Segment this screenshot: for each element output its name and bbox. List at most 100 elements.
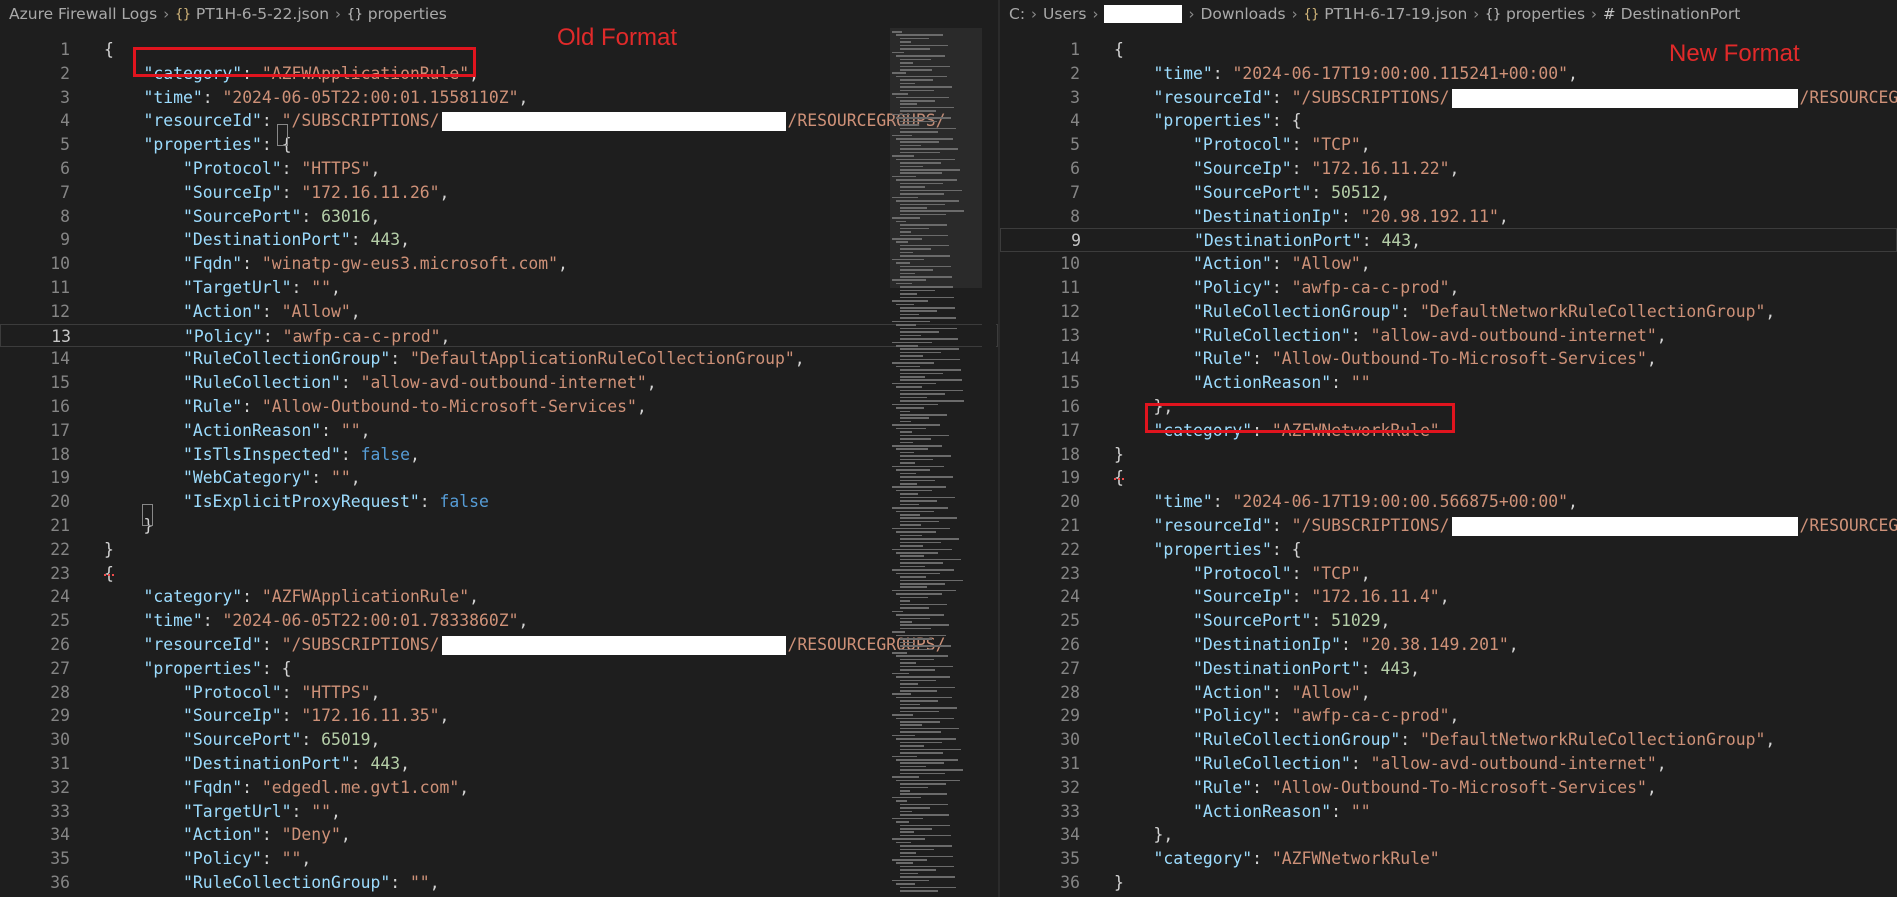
line-text[interactable]: "ActionReason": "" <box>1114 800 1371 824</box>
code-line[interactable]: 14 "Rule": "Allow-Outbound-To-Microsoft-… <box>1000 347 1897 371</box>
line-text[interactable]: }, <box>1114 823 1173 847</box>
breadcrumb-item-drive[interactable]: C: <box>1009 5 1025 23</box>
code-line[interactable]: 25 "SourcePort": 51029, <box>1000 609 1897 633</box>
code-line[interactable]: 12 "Action": "Allow", <box>0 300 998 324</box>
code-line[interactable]: 12 "RuleCollectionGroup": "DefaultNetwor… <box>1000 300 1897 324</box>
line-text[interactable]: "Action": "Allow", <box>1114 681 1371 705</box>
breadcrumb-item-username-redacted[interactable] <box>1104 5 1183 23</box>
line-number[interactable]: 11 <box>1000 276 1080 300</box>
line-number[interactable]: 19 <box>0 466 70 490</box>
line-text[interactable]: "time": "2024-06-17T19:00:00.566875+00:0… <box>1114 490 1577 514</box>
minimap[interactable] <box>890 28 982 897</box>
code-line[interactable]: 24 "SourceIp": "172.16.11.4", <box>1000 585 1897 609</box>
code-line[interactable]: 4 "resourceId": "/SUBSCRIPTIONS//RESOURC… <box>0 109 998 133</box>
line-text[interactable]: "TargetUrl": "", <box>104 800 341 824</box>
line-text[interactable]: "DestinationIp": "20.98.192.11", <box>1114 205 1509 229</box>
line-number[interactable]: 19 <box>1000 466 1080 490</box>
code-line[interactable]: 6 "SourceIp": "172.16.11.22", <box>1000 157 1897 181</box>
line-number[interactable]: 17 <box>1000 419 1080 443</box>
line-number[interactable]: 26 <box>0 633 70 657</box>
code-line[interactable]: 19 "WebCategory": "", <box>0 466 998 490</box>
code-line[interactable]: 15 "RuleCollection": "allow-avd-outbound… <box>0 371 998 395</box>
code-line[interactable]: 30 "SourcePort": 65019, <box>0 728 998 752</box>
code-line[interactable]: 29 "SourceIp": "172.16.11.35", <box>0 704 998 728</box>
line-text[interactable]: { <box>1114 38 1124 62</box>
line-text[interactable]: "TargetUrl": "", <box>104 276 341 300</box>
line-number[interactable]: 6 <box>0 157 70 181</box>
code-line[interactable]: 27 "DestinationPort": 443, <box>1000 657 1897 681</box>
line-number[interactable]: 30 <box>0 728 70 752</box>
code-line[interactable]: 14 "RuleCollectionGroup": "DefaultApplic… <box>0 347 998 371</box>
line-text[interactable]: "RuleCollection": "allow-avd-outbound-in… <box>1114 752 1667 776</box>
line-number[interactable]: 33 <box>0 800 70 824</box>
line-number[interactable]: 4 <box>1000 109 1080 133</box>
line-text[interactable]: "Protocol": "TCP", <box>1114 133 1371 157</box>
line-number[interactable]: 29 <box>1000 704 1080 728</box>
code-line[interactable]: 25 "time": "2024-06-05T22:00:01.7833860Z… <box>0 609 998 633</box>
line-number[interactable]: 35 <box>1000 847 1080 871</box>
code-line[interactable]: 28 "Action": "Allow", <box>1000 681 1897 705</box>
code-line[interactable]: 35 "category": "AZFWNetworkRule" <box>1000 847 1897 871</box>
line-text[interactable]: "resourceId": "/SUBSCRIPTIONS//RESOURCEG… <box>104 109 945 133</box>
line-number[interactable]: 36 <box>0 871 70 895</box>
line-number[interactable]: 21 <box>1000 514 1080 538</box>
editor-pane-right[interactable]: C: › Users › › Downloads › {} PT1H-6-17-1… <box>1000 0 1897 897</box>
line-number[interactable]: 1 <box>1000 38 1080 62</box>
line-text[interactable]: "Protocol": "HTTPS", <box>104 157 380 181</box>
line-number[interactable]: 5 <box>0 133 70 157</box>
code-line[interactable]: 11 "TargetUrl": "", <box>0 276 998 300</box>
breadcrumb-item-property[interactable]: # DestinationPort <box>1603 5 1740 23</box>
line-text[interactable]: "Policy": "awfp-ca-c-prod", <box>105 325 450 349</box>
line-number[interactable]: 16 <box>0 395 70 419</box>
line-number[interactable]: 10 <box>0 252 70 276</box>
breadcrumb-item-symbol[interactable]: {} properties <box>347 5 447 23</box>
line-number[interactable]: 24 <box>1000 585 1080 609</box>
code-line[interactable]: 21 "resourceId": "/SUBSCRIPTIONS/ /RESOUR… <box>1000 514 1897 538</box>
line-text[interactable]: "RuleCollection": "allow-avd-outbound-in… <box>1114 324 1667 348</box>
code-line[interactable]: 4 "properties": { <box>1000 109 1897 133</box>
line-text[interactable]: "SourceIp": "172.16.11.35", <box>104 704 449 728</box>
line-number[interactable]: 14 <box>0 347 70 371</box>
breadcrumb-item-file[interactable]: {} PT1H-6-17-19.json <box>1304 5 1468 23</box>
code-line[interactable]: 9 "DestinationPort": 443, <box>0 228 998 252</box>
code-line[interactable]: 16 "Rule": "Allow-Outbound-to-Microsoft-… <box>0 395 998 419</box>
code-line[interactable]: 18} <box>1000 443 1897 467</box>
code-line[interactable]: 7 "SourcePort": 50512, <box>1000 181 1897 205</box>
code-line[interactable]: 7 "SourceIp": "172.16.11.26", <box>0 181 998 205</box>
line-number[interactable]: 18 <box>0 443 70 467</box>
code-line[interactable]: 31 "DestinationPort": 443, <box>0 752 998 776</box>
code-line[interactable]: 34 }, <box>1000 823 1897 847</box>
line-number[interactable]: 33 <box>1000 800 1080 824</box>
line-text[interactable]: "SourcePort": 50512, <box>1114 181 1390 205</box>
line-text[interactable]: "SourcePort": 63016, <box>104 205 380 229</box>
line-number[interactable]: 10 <box>1000 252 1080 276</box>
code-line[interactable]: 13 "RuleCollection": "allow-avd-outbound… <box>1000 324 1897 348</box>
code-line[interactable]: 32 "Rule": "Allow-Outbound-To-Microsoft-… <box>1000 776 1897 800</box>
line-number[interactable]: 20 <box>1000 490 1080 514</box>
line-number[interactable]: 25 <box>0 609 70 633</box>
line-number[interactable]: 30 <box>1000 728 1080 752</box>
line-text[interactable]: "Protocol": "TCP", <box>1114 562 1371 586</box>
code-line[interactable]: 31 "RuleCollection": "allow-avd-outbound… <box>1000 752 1897 776</box>
line-number[interactable]: 32 <box>1000 776 1080 800</box>
line-text[interactable]: } <box>1114 443 1124 467</box>
line-text[interactable]: "properties": { <box>104 657 291 681</box>
line-text[interactable]: "IsTlsInspected": false, <box>104 443 420 467</box>
line-number[interactable]: 13 <box>1 325 71 349</box>
line-text[interactable]: "RuleCollectionGroup": "DefaultApplicati… <box>104 347 805 371</box>
line-number[interactable]: 1 <box>0 38 70 62</box>
line-text[interactable]: "WebCategory": "", <box>104 466 361 490</box>
line-number[interactable]: 8 <box>0 205 70 229</box>
editor-pane-left[interactable]: Azure Firewall Logs › {} PT1H-6-5-22.json… <box>0 0 998 897</box>
vertical-scrollbar[interactable] <box>982 28 996 897</box>
line-text[interactable]: "DestinationPort": 443, <box>104 228 410 252</box>
code-line[interactable]: 36} <box>1000 871 1897 895</box>
line-text[interactable]: "RuleCollection": "allow-avd-outbound-in… <box>104 371 657 395</box>
line-text[interactable]: "Action": "Allow", <box>1114 252 1371 276</box>
code-line[interactable]: 8 "SourcePort": 63016, <box>0 205 998 229</box>
line-number[interactable]: 15 <box>1000 371 1080 395</box>
line-text[interactable]: "SourceIp": "172.16.11.22", <box>1114 157 1459 181</box>
line-number[interactable]: 12 <box>0 300 70 324</box>
line-number[interactable]: 9 <box>0 228 70 252</box>
code-line[interactable]: 5 "properties": { <box>0 133 998 157</box>
